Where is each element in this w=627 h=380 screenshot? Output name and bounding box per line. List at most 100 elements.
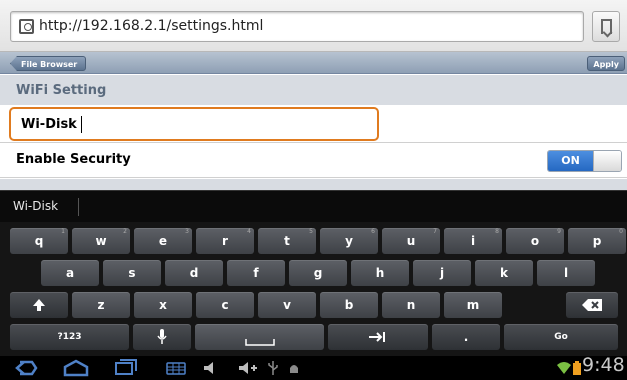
security-row: Enable Security ON bbox=[0, 144, 627, 178]
ssid-input[interactable]: Wi-Disk bbox=[9, 107, 379, 141]
key-u[interactable]: u7 bbox=[382, 228, 440, 254]
section-title: WiFi Setting bbox=[16, 83, 107, 98]
volume-up-icon[interactable] bbox=[238, 359, 258, 377]
soft-keyboard: q1w2e3r4t5y6u7i8o9p0 asdfghjkl zxcvbnm ?… bbox=[0, 222, 627, 356]
key-hint: 6 bbox=[371, 228, 375, 235]
key-hint: 0 bbox=[619, 228, 623, 235]
key-label: a bbox=[65, 266, 75, 280]
back-icon[interactable] bbox=[14, 359, 38, 377]
key-j[interactable]: j bbox=[413, 260, 471, 286]
key-h[interactable]: h bbox=[351, 260, 409, 286]
apply-button[interactable]: Apply bbox=[587, 56, 625, 71]
key-label: g bbox=[313, 266, 323, 280]
key-label: q bbox=[34, 234, 44, 248]
key-q[interactable]: q1 bbox=[10, 228, 68, 254]
keyboard-row-3: zxcvbnm bbox=[0, 292, 627, 319]
key-label: m bbox=[466, 298, 480, 312]
key-k[interactable]: k bbox=[475, 260, 533, 286]
page-icon bbox=[19, 19, 34, 34]
section-header: WiFi Setting bbox=[0, 75, 627, 105]
key-label: w bbox=[95, 234, 107, 248]
symbols-key[interactable]: ?123 bbox=[10, 324, 129, 350]
key-t[interactable]: t5 bbox=[258, 228, 316, 254]
microphone-key[interactable] bbox=[133, 324, 191, 350]
key-hint: 5 bbox=[309, 228, 313, 235]
keyboard-switch-icon[interactable] bbox=[166, 359, 186, 377]
url-input[interactable]: http://192.168.2.1/settings.html bbox=[10, 11, 584, 42]
key-label: v bbox=[283, 298, 291, 312]
url-text: http://192.168.2.1/settings.html bbox=[39, 18, 264, 34]
key-v[interactable]: v bbox=[258, 292, 316, 318]
key-label: j bbox=[439, 266, 445, 280]
key-label: i bbox=[470, 234, 476, 248]
key-w[interactable]: w2 bbox=[72, 228, 130, 254]
key-s[interactable]: s bbox=[103, 260, 161, 286]
page-bottom-band bbox=[0, 179, 627, 190]
key-label: n bbox=[406, 298, 416, 312]
web-page: File Browser Apply WiFi Setting Wi-Disk … bbox=[0, 52, 627, 190]
security-toggle[interactable]: ON bbox=[547, 150, 622, 172]
key-label: x bbox=[159, 298, 167, 312]
ssid-row: Wi-Disk bbox=[0, 105, 627, 143]
key-o[interactable]: o9 bbox=[506, 228, 564, 254]
wifi-icon bbox=[557, 362, 571, 374]
key-label: o bbox=[530, 234, 540, 248]
key-label: c bbox=[221, 298, 229, 312]
tab-key[interactable] bbox=[328, 324, 428, 350]
key-c[interactable]: c bbox=[196, 292, 254, 318]
volume-down-icon[interactable] bbox=[203, 359, 217, 377]
toggle-knob bbox=[593, 151, 621, 171]
recent-apps-icon[interactable] bbox=[112, 359, 140, 377]
key-hint: 7 bbox=[433, 228, 437, 235]
key-g[interactable]: g bbox=[289, 260, 347, 286]
key-hint: 9 bbox=[557, 228, 561, 235]
key-d[interactable]: d bbox=[165, 260, 223, 286]
key-l[interactable]: l bbox=[537, 260, 595, 286]
usb-icon bbox=[268, 361, 278, 375]
key-label: e bbox=[158, 234, 168, 248]
key-label: y bbox=[345, 234, 353, 248]
key-x[interactable]: x bbox=[134, 292, 192, 318]
key-m[interactable]: m bbox=[444, 292, 502, 318]
backspace-key[interactable] bbox=[566, 292, 618, 318]
keyboard-row-2: a s d f g h j kl bbox=[0, 260, 627, 287]
period-key[interactable]: . bbox=[432, 324, 500, 350]
key-hint: 4 bbox=[247, 228, 251, 235]
home-icon[interactable] bbox=[62, 359, 90, 377]
key-label: b bbox=[344, 298, 354, 312]
key-n[interactable]: n bbox=[382, 292, 440, 318]
space-key[interactable] bbox=[195, 324, 324, 350]
browser-url-bar: http://192.168.2.1/settings.html bbox=[0, 0, 627, 52]
key-label: t bbox=[284, 234, 290, 248]
android-debug-icon bbox=[290, 365, 298, 373]
file-browser-back-button[interactable]: File Browser bbox=[10, 56, 87, 71]
suggestion-strip: Wi-Disk bbox=[0, 190, 627, 222]
key-f[interactable]: f bbox=[227, 260, 285, 286]
key-label: s bbox=[128, 266, 136, 280]
key-hint: 8 bbox=[495, 228, 499, 235]
key-hint: 1 bbox=[61, 228, 65, 235]
suggestion-word[interactable]: Wi-Disk bbox=[13, 199, 58, 213]
key-y[interactable]: y6 bbox=[320, 228, 378, 254]
shift-key[interactable] bbox=[10, 292, 68, 318]
bookmark-button[interactable] bbox=[592, 11, 620, 42]
key-label: h bbox=[375, 266, 385, 280]
key-a[interactable]: a bbox=[41, 260, 99, 286]
key-label: d bbox=[189, 266, 199, 280]
space-icon bbox=[244, 339, 275, 346]
ssid-value: Wi-Disk bbox=[21, 117, 77, 132]
go-key[interactable]: Go bbox=[504, 324, 618, 350]
key-r[interactable]: r4 bbox=[196, 228, 254, 254]
key-label: u bbox=[406, 234, 416, 248]
clock: 9:48 bbox=[582, 354, 625, 376]
tab-icon bbox=[369, 332, 385, 342]
key-i[interactable]: i8 bbox=[444, 228, 502, 254]
key-e[interactable]: e3 bbox=[134, 228, 192, 254]
key-p[interactable]: p0 bbox=[568, 228, 626, 254]
toggle-on-label: ON bbox=[548, 151, 593, 171]
keyboard-row-4: ?123 . Go bbox=[0, 324, 627, 351]
key-label: z bbox=[97, 298, 105, 312]
key-b[interactable]: b bbox=[320, 292, 378, 318]
key-hint: 2 bbox=[123, 228, 127, 235]
key-z[interactable]: z bbox=[72, 292, 130, 318]
